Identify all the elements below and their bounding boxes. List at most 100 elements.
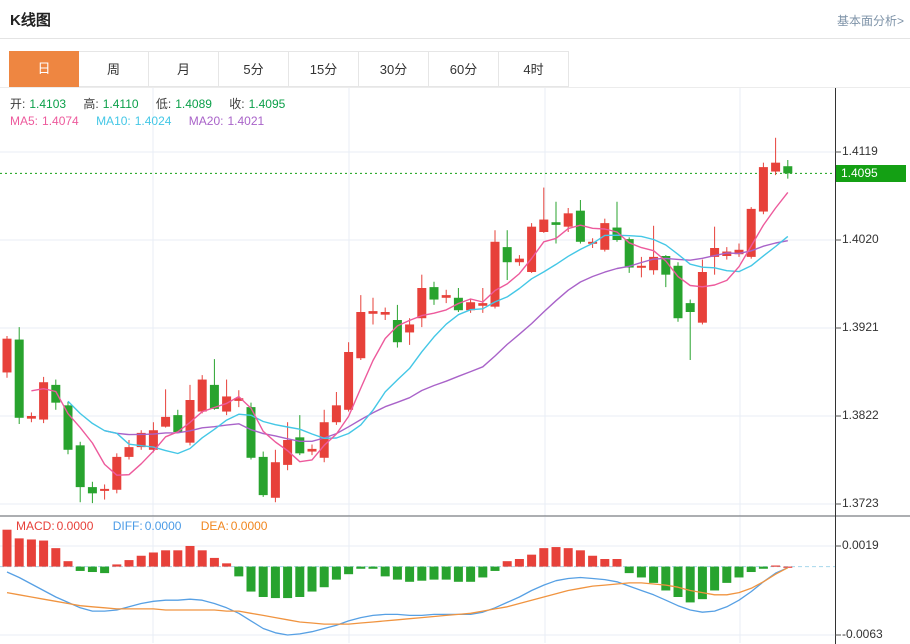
macd-bar[interactable] [527, 555, 536, 567]
tab-4时[interactable]: 4时 [499, 51, 569, 87]
macd-bar[interactable] [271, 567, 280, 598]
candle[interactable] [332, 405, 341, 422]
candle[interactable] [771, 163, 780, 172]
candle[interactable] [503, 247, 512, 262]
macd-bar[interactable] [637, 567, 646, 578]
candle[interactable] [417, 288, 426, 318]
macd-bar[interactable] [295, 567, 304, 597]
candle[interactable] [564, 213, 573, 226]
macd-bar[interactable] [344, 567, 353, 575]
macd-bar[interactable] [381, 567, 390, 577]
candle[interactable] [259, 457, 268, 495]
candle[interactable] [527, 227, 536, 272]
candle[interactable] [161, 417, 170, 427]
macd-bar[interactable] [88, 567, 97, 572]
candle[interactable] [3, 339, 12, 373]
candle[interactable] [283, 440, 292, 465]
macd-bar[interactable] [588, 556, 597, 567]
macd-bar[interactable] [661, 567, 670, 591]
tab-60分[interactable]: 60分 [429, 51, 499, 87]
macd-bar[interactable] [454, 567, 463, 582]
candle[interactable] [637, 266, 646, 268]
macd-bar[interactable] [405, 567, 414, 582]
candle[interactable] [759, 167, 768, 211]
tab-周[interactable]: 周 [79, 51, 149, 87]
macd-bar[interactable] [430, 567, 439, 580]
macd-bar[interactable] [759, 567, 768, 569]
candle[interactable] [15, 340, 24, 418]
candle[interactable] [539, 220, 548, 232]
candle[interactable] [27, 416, 36, 419]
candle[interactable] [198, 380, 207, 412]
macd-bar[interactable] [613, 559, 622, 567]
candle[interactable] [600, 223, 609, 250]
macd-bar[interactable] [600, 559, 609, 567]
macd-bar[interactable] [64, 561, 73, 566]
candle[interactable] [295, 437, 304, 453]
macd-bar[interactable] [173, 550, 182, 566]
macd-bar[interactable] [515, 559, 524, 567]
macd-bar[interactable] [576, 550, 585, 566]
candle[interactable] [210, 385, 219, 409]
tab-5分[interactable]: 5分 [219, 51, 289, 87]
candle[interactable] [381, 312, 390, 315]
candle[interactable] [125, 447, 134, 457]
candle[interactable] [64, 405, 73, 449]
macd-bar[interactable] [747, 567, 756, 572]
candle[interactable] [271, 462, 280, 498]
macd-bar[interactable] [698, 567, 707, 600]
macd-bar[interactable] [686, 567, 695, 603]
macd-bar[interactable] [552, 547, 561, 567]
macd-bar[interactable] [478, 567, 487, 578]
macd-bar[interactable] [722, 567, 731, 583]
macd-bar[interactable] [15, 538, 24, 566]
macd-bar[interactable] [51, 548, 60, 566]
macd-bar[interactable] [320, 567, 329, 588]
candle[interactable] [186, 400, 195, 443]
macd-bar[interactable] [3, 530, 12, 567]
candle[interactable] [478, 303, 487, 306]
macd-bar[interactable] [491, 567, 500, 571]
macd-bar[interactable] [259, 567, 268, 597]
macd-bar[interactable] [539, 548, 548, 566]
macd-bar[interactable] [100, 567, 109, 574]
candle[interactable] [88, 487, 97, 493]
tab-30分[interactable]: 30分 [359, 51, 429, 87]
macd-bar[interactable] [625, 567, 634, 574]
macd-bar[interactable] [674, 567, 683, 597]
candle[interactable] [393, 320, 402, 342]
candle[interactable] [344, 352, 353, 410]
candle[interactable] [783, 166, 792, 173]
candle[interactable] [613, 228, 622, 240]
macd-bar[interactable] [417, 567, 426, 581]
candle[interactable] [405, 324, 414, 332]
candle[interactable] [308, 449, 317, 452]
macd-bar[interactable] [393, 567, 402, 580]
macd-bar[interactable] [771, 566, 780, 567]
macd-bar[interactable] [125, 560, 134, 567]
candle[interactable] [430, 287, 439, 299]
macd-bar[interactable] [210, 558, 219, 567]
macd-bar[interactable] [283, 567, 292, 598]
macd-bar[interactable] [308, 567, 317, 592]
candle[interactable] [552, 222, 561, 225]
macd-bar[interactable] [247, 567, 256, 592]
macd-bar[interactable] [356, 567, 365, 569]
candle[interactable] [442, 295, 451, 298]
candle[interactable] [515, 259, 524, 263]
macd-bar[interactable] [710, 567, 719, 591]
macd-bar[interactable] [161, 550, 170, 566]
macd-bar[interactable] [783, 567, 792, 568]
candle[interactable] [39, 382, 48, 419]
candle[interactable] [356, 312, 365, 358]
macd-bar[interactable] [112, 564, 121, 566]
macd-bar[interactable] [39, 541, 48, 567]
tab-15分[interactable]: 15分 [289, 51, 359, 87]
candle[interactable] [698, 272, 707, 323]
macd-bar[interactable] [442, 567, 451, 580]
macd-bar[interactable] [369, 567, 378, 569]
candle[interactable] [369, 311, 378, 314]
macd-bar[interactable] [735, 567, 744, 578]
tab-日[interactable]: 日 [9, 51, 79, 87]
candle[interactable] [76, 445, 85, 487]
